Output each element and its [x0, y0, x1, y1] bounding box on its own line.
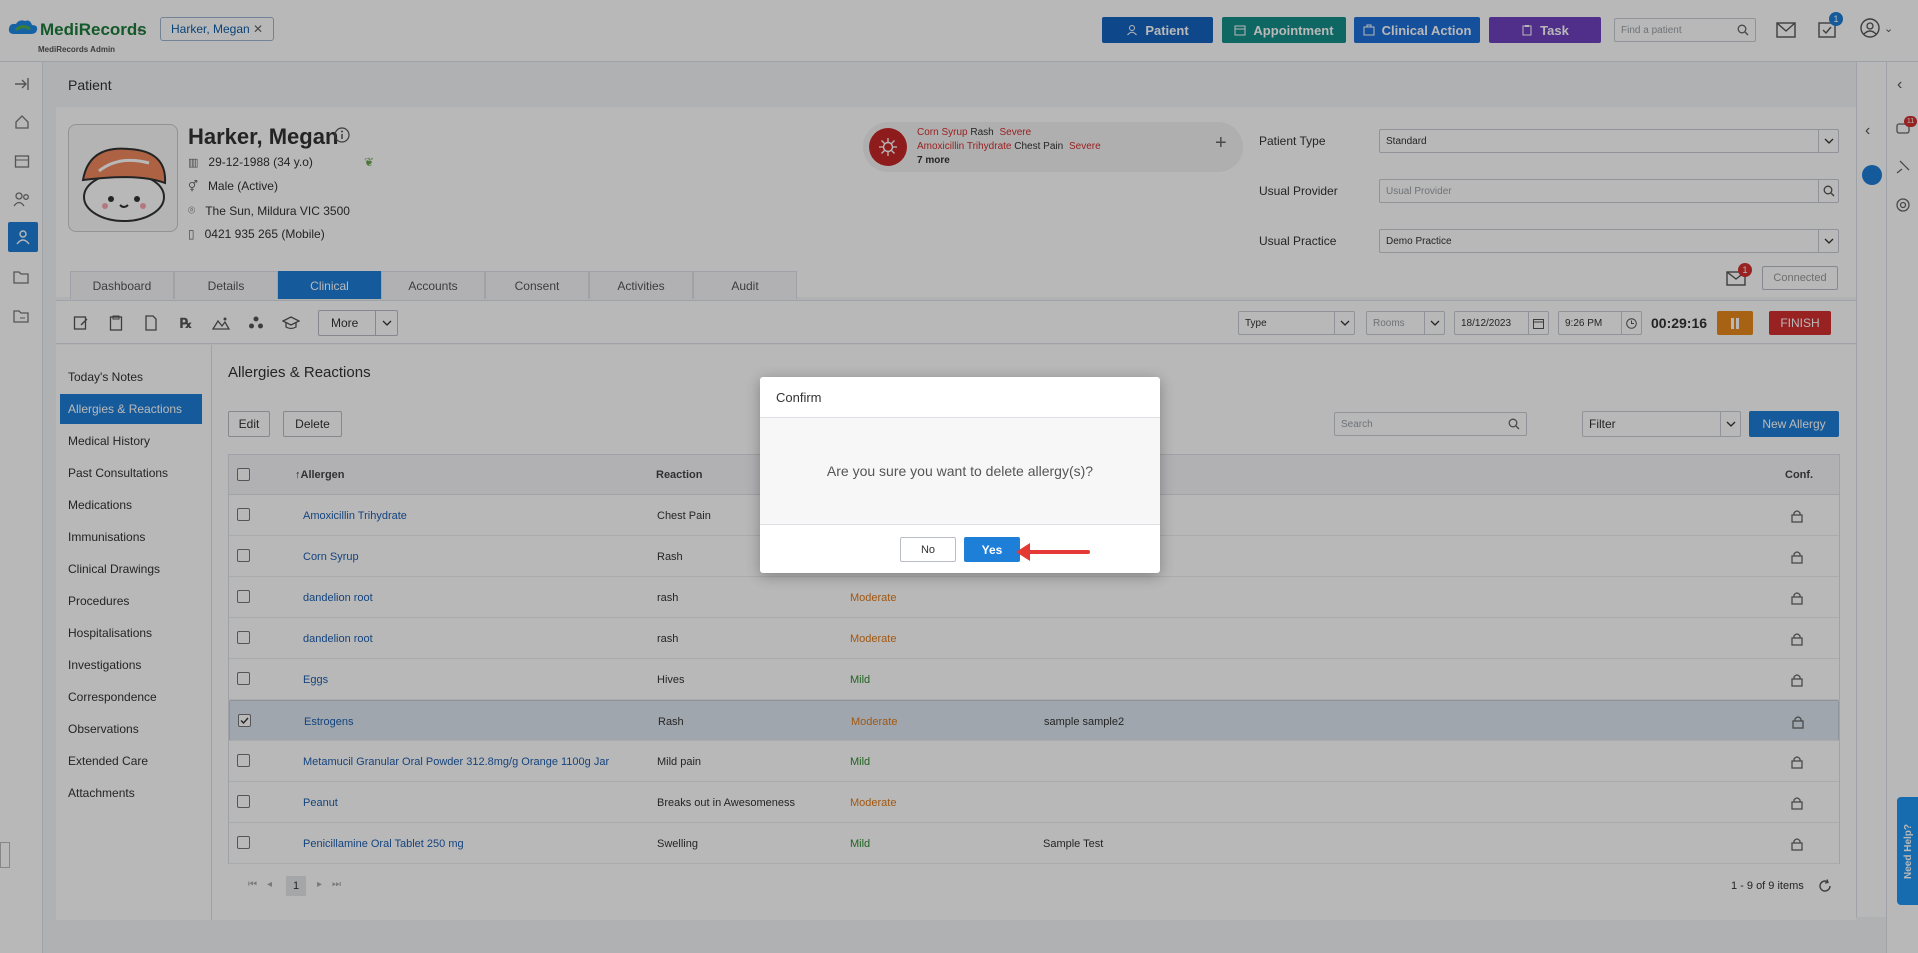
annotation-arrow-icon — [1016, 543, 1090, 561]
dialog-divider — [760, 524, 1160, 525]
dialog-title: Confirm — [776, 390, 822, 405]
dialog-message: Are you sure you want to delete allergy(… — [760, 418, 1160, 524]
no-button[interactable]: No — [900, 537, 956, 562]
confirm-dialog: Confirm Are you sure you want to delete … — [760, 377, 1160, 573]
